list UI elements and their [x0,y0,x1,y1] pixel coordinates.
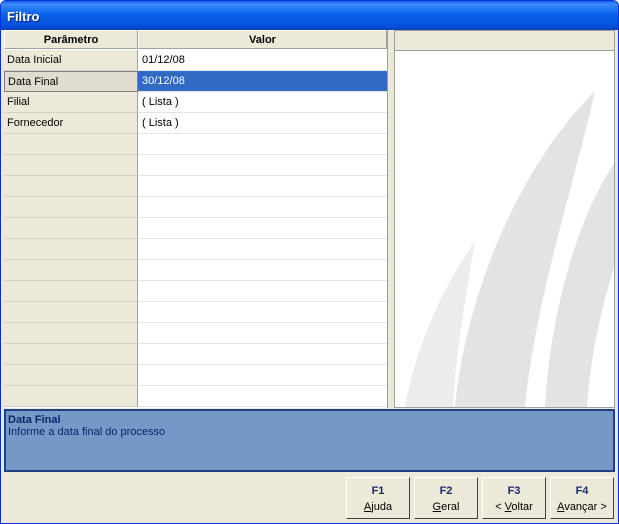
param-cell[interactable]: Data Final [4,71,138,92]
value-cell[interactable] [138,239,387,260]
param-cell[interactable] [4,239,138,260]
description-title: Data Final [8,414,61,426]
table-row-selected[interactable]: Data Final 30/12/08 [4,71,387,92]
button-label: Ajuda [363,501,393,513]
window-title: Filtro [7,9,40,24]
value-cell[interactable]: 30/12/08 [138,71,387,92]
next-button[interactable]: F4 Avançar > [550,477,614,519]
param-cell[interactable]: Fornecedor [4,113,138,134]
table-row-empty[interactable] [4,302,387,323]
grid-header: Parâmetro Valor [4,30,387,50]
table-row-empty[interactable] [4,239,387,260]
param-cell[interactable] [4,155,138,176]
value-cell[interactable] [138,344,387,365]
description-text: Informe a data final do processo [8,426,166,438]
param-cell[interactable] [4,386,138,407]
param-cell[interactable] [4,176,138,197]
value-cell[interactable]: 01/12/08 [138,50,387,71]
value-cell[interactable] [138,176,387,197]
param-cell[interactable] [4,365,138,386]
description-box: Data Final Informe a data final do proce… [4,409,615,472]
back-button[interactable]: F3 < Voltar [482,477,546,519]
table-row-empty[interactable] [4,323,387,344]
table-row-empty[interactable] [4,386,387,407]
value-cell[interactable] [138,134,387,155]
filter-window: Filtro Parâmetro Valor Data Inicial 01/1… [0,0,619,524]
window-content: Parâmetro Valor Data Inicial 01/12/08 Da… [4,30,615,520]
table-row[interactable]: Filial ( Lista ) [4,92,387,113]
column-header-valor[interactable]: Valor [138,30,387,49]
value-cell[interactable] [138,197,387,218]
value-cell[interactable]: ( Lista ) [138,113,387,134]
param-cell[interactable] [4,323,138,344]
table-row[interactable]: Data Inicial 01/12/08 [4,50,387,71]
key-label: F4 [575,485,589,497]
help-button[interactable]: F1 Ajuda [346,477,410,519]
table-row-empty[interactable] [4,281,387,302]
title-bar[interactable]: Filtro [1,1,618,30]
value-cell[interactable] [138,155,387,176]
param-cell[interactable] [4,281,138,302]
param-cell[interactable] [4,197,138,218]
key-label: F1 [371,485,385,497]
value-cell[interactable] [138,386,387,407]
value-cell[interactable] [138,365,387,386]
value-cell[interactable] [138,281,387,302]
param-cell[interactable] [4,260,138,281]
param-cell[interactable]: Data Inicial [4,50,138,71]
table-row-empty[interactable] [4,197,387,218]
param-cell[interactable] [4,218,138,239]
button-label: Geral [432,501,460,513]
function-key-bar: F1 Ajuda F2 Geral F3 < Voltar F4 Avançar… [346,477,615,519]
param-cell[interactable]: Filial [4,92,138,113]
value-cell[interactable] [138,260,387,281]
param-cell[interactable] [4,134,138,155]
general-button[interactable]: F2 Geral [414,477,478,519]
table-row[interactable]: Fornecedor ( Lista ) [4,113,387,134]
table-row-empty[interactable] [4,155,387,176]
table-row-empty[interactable] [4,218,387,239]
column-header-parametro[interactable]: Parâmetro [4,30,138,49]
param-cell[interactable] [4,302,138,323]
table-row-empty[interactable] [4,344,387,365]
param-cell[interactable] [4,344,138,365]
button-label: Avançar > [557,501,607,513]
value-cell[interactable] [138,218,387,239]
grid-rows: Data Inicial 01/12/08 Data Final 30/12/0… [4,50,387,407]
key-label: F2 [439,485,453,497]
value-cell[interactable] [138,302,387,323]
key-label: F3 [507,485,521,497]
table-row-empty[interactable] [4,260,387,281]
table-row-empty[interactable] [4,134,387,155]
side-panel-header [395,31,614,51]
watermark-logo-icon [405,91,614,407]
table-row-empty[interactable] [4,176,387,197]
value-cell[interactable]: ( Lista ) [138,92,387,113]
side-panel [394,30,615,408]
button-label: < Voltar [495,501,533,513]
table-row-empty[interactable] [4,365,387,386]
parameter-grid: Parâmetro Valor Data Inicial 01/12/08 Da… [4,30,388,408]
value-cell[interactable] [138,323,387,344]
